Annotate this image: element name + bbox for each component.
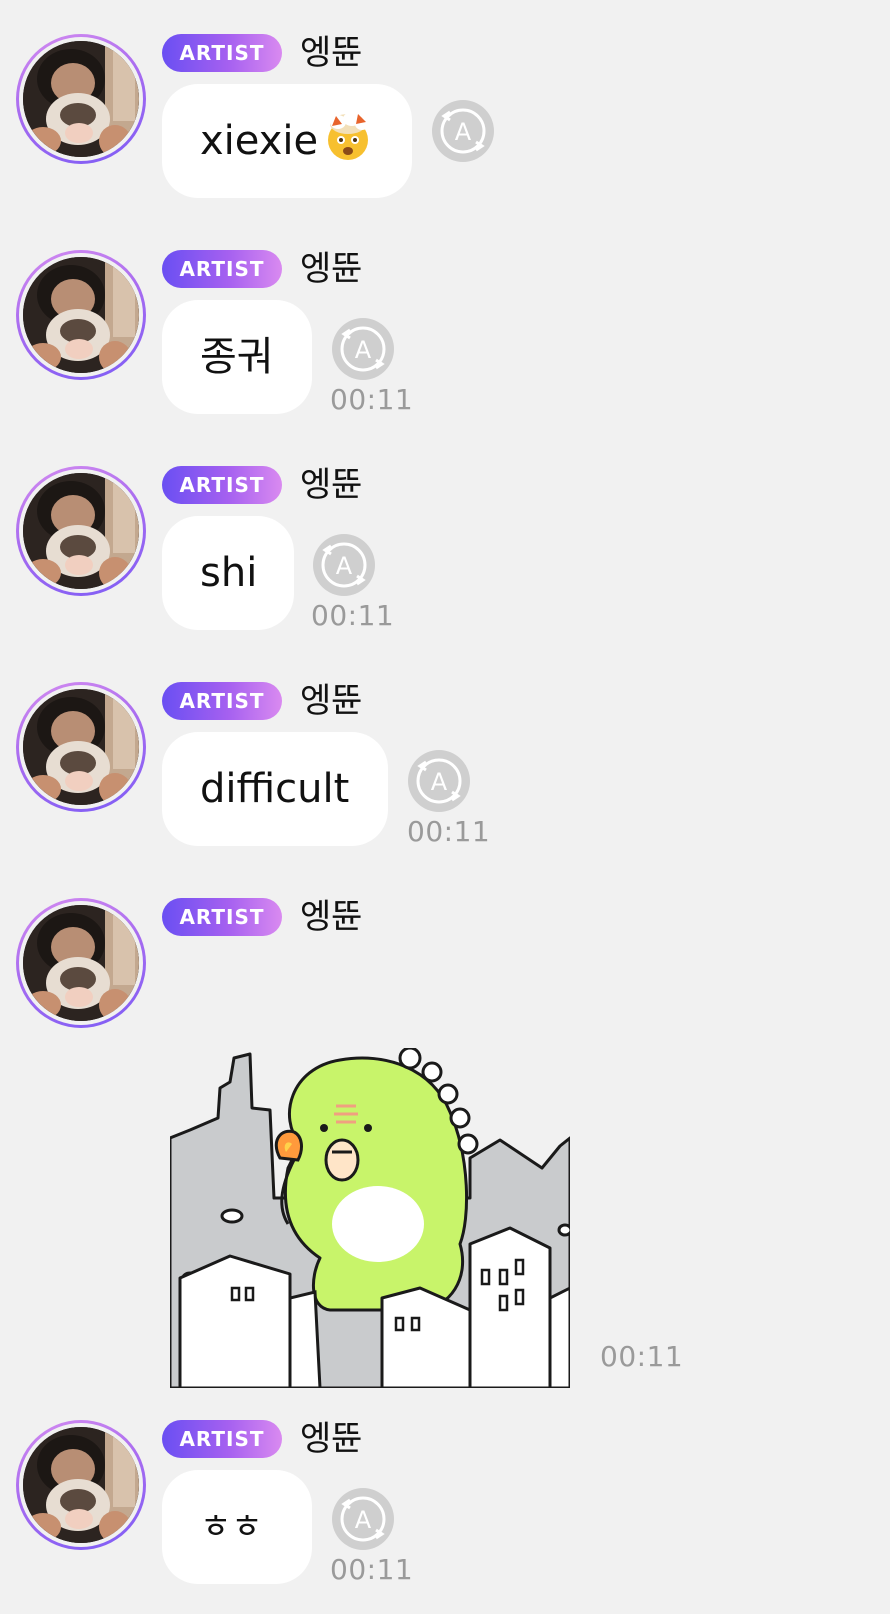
message-time: 00:11 <box>311 599 395 632</box>
exploding-head-emoji-icon <box>322 92 374 160</box>
message-bubble[interactable]: 종궈 <box>162 300 312 414</box>
translate-icon[interactable] <box>311 532 377 598</box>
avatar-photo <box>19 901 143 1025</box>
avatar-photo <box>19 469 143 593</box>
author-name: 엥뜐 <box>300 681 363 721</box>
message-time: 00:11 <box>330 383 414 416</box>
message-bubble[interactable]: shi <box>162 516 294 630</box>
dinosaur-sticker[interactable] <box>168 1046 573 1390</box>
translate-icon[interactable] <box>430 98 496 164</box>
message-text: xiexie <box>200 118 319 164</box>
artist-badge: ARTIST <box>162 250 282 288</box>
artist-badge: ARTIST <box>162 466 282 504</box>
translate-icon[interactable] <box>330 316 396 382</box>
artist-badge: ARTIST <box>162 898 282 936</box>
author-name: 엥뜐 <box>300 1419 363 1459</box>
avatar-photo <box>19 685 143 809</box>
avatar-photo <box>19 37 143 161</box>
avatar-photo <box>19 253 143 377</box>
artist-badge: ARTIST <box>162 34 282 72</box>
avatar[interactable] <box>16 682 146 812</box>
translate-icon[interactable] <box>406 748 472 814</box>
avatar-photo <box>19 1423 143 1547</box>
message-time: 00:11 <box>407 815 491 848</box>
translate-icon[interactable] <box>330 1486 396 1552</box>
message-bubble[interactable]: difficult <box>162 732 388 846</box>
avatar[interactable] <box>16 34 146 164</box>
message-time: 00:11 <box>600 1340 684 1373</box>
author-name: 엥뜐 <box>300 249 363 289</box>
avatar[interactable] <box>16 466 146 596</box>
avatar[interactable] <box>16 1420 146 1550</box>
avatar[interactable] <box>16 250 146 380</box>
author-name: 엥뜐 <box>300 897 363 937</box>
avatar[interactable] <box>16 898 146 1028</box>
message-bubble[interactable]: ㅎㅎ <box>162 1470 312 1584</box>
author-name: 엥뜐 <box>300 33 363 73</box>
artist-badge: ARTIST <box>162 682 282 720</box>
artist-badge: ARTIST <box>162 1420 282 1458</box>
author-name: 엥뜐 <box>300 465 363 505</box>
message-bubble[interactable]: xiexie <box>162 84 412 198</box>
message-time: 00:11 <box>330 1553 414 1586</box>
